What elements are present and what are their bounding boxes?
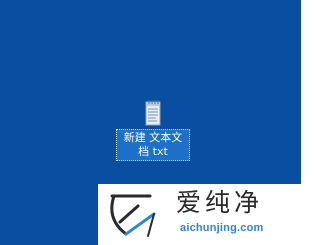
aichunjing-logo-icon [110,194,156,237]
desktop-file-new-text-document[interactable]: 新建 文本文 档 txt [116,99,190,161]
file-label-line-2: 档 txt [138,145,168,158]
text-document-icon [145,100,161,126]
desktop[interactable]: 新建 文本文 档 txt 爱纯净 aichunjing.com [0,0,301,245]
watermark-domain: aichunjing.com [180,222,264,234]
site-watermark: 爱纯净 aichunjing.com [98,184,301,245]
file-label-line-1: 新建 文本文 [123,131,183,144]
desktop-file-label[interactable]: 新建 文本文 档 txt [116,129,190,161]
watermark-title: 爱纯净 [176,188,264,217]
